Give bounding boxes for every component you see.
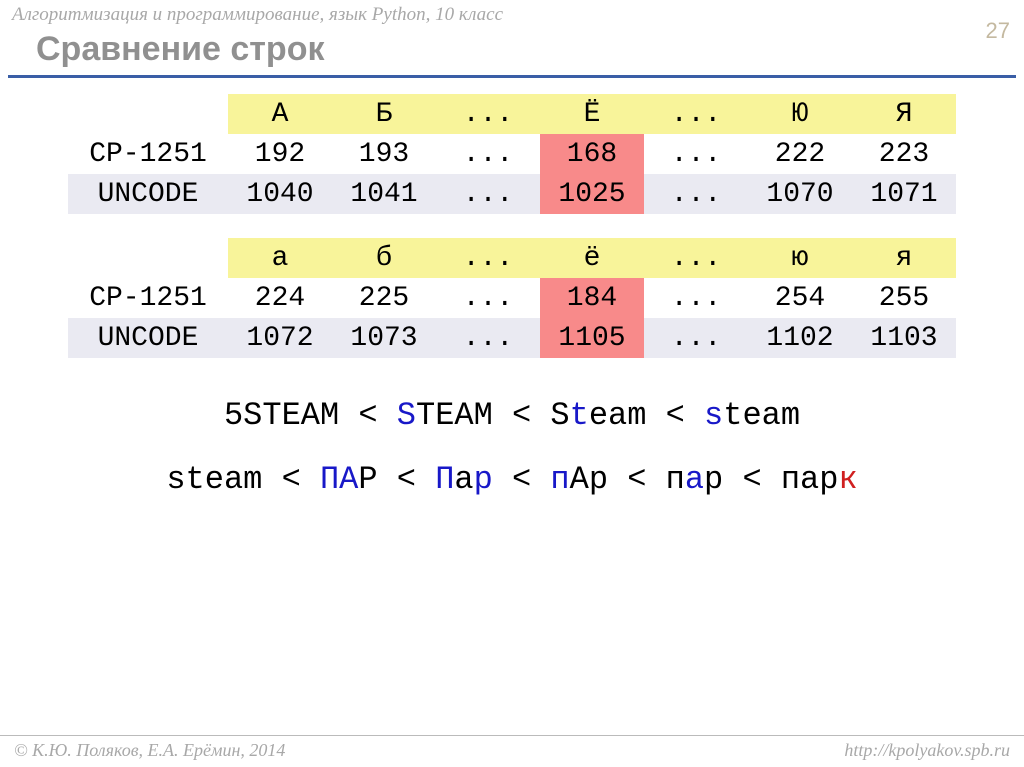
- example-fragment: team: [723, 397, 800, 434]
- example-fragment: к: [838, 461, 857, 498]
- content-area: АБ...Ё...ЮЯCP-1251192193...168...222223U…: [0, 78, 1024, 512]
- page-number: 27: [986, 18, 1010, 44]
- example-fragment: TEAM < S: [416, 397, 570, 434]
- table-cell: 1070: [748, 174, 852, 214]
- table-cell: 168: [540, 134, 644, 174]
- table-cell: 184: [540, 278, 644, 318]
- table-header-cell: Б: [332, 94, 436, 134]
- table-header-cell: Ё: [540, 94, 644, 134]
- table-cell: ...: [436, 134, 540, 174]
- table-cell: 225: [332, 278, 436, 318]
- table-header-cell: Я: [852, 94, 956, 134]
- code-table-upper: АБ...Ё...ЮЯCP-1251192193...168...222223U…: [68, 94, 956, 214]
- table-cell: 1040: [228, 174, 332, 214]
- copyright: © К.Ю. Поляков, Е.А. Ерёмин, 2014: [14, 740, 285, 761]
- table-cell: 1073: [332, 318, 436, 358]
- table-cell: ...: [436, 174, 540, 214]
- table-cell: ...: [644, 318, 748, 358]
- example-fragment: eam <: [589, 397, 704, 434]
- table-row-label: UNCODE: [68, 174, 228, 214]
- example-fragment: П: [435, 461, 454, 498]
- table-cell: 1103: [852, 318, 956, 358]
- slide-title: Сравнение строк: [0, 26, 1024, 75]
- example-fragment: ПА: [320, 461, 358, 498]
- table-cell: 224: [228, 278, 332, 318]
- table-row-label: UNCODE: [68, 318, 228, 358]
- example-fragment: t: [570, 397, 589, 434]
- table-cell: 1041: [332, 174, 436, 214]
- example-fragment: а: [685, 461, 704, 498]
- example-fragment: Ар < п: [570, 461, 685, 498]
- footer-url: http://kpolyakov.spb.ru: [844, 740, 1010, 761]
- example-fragment: <: [493, 461, 551, 498]
- example-fragment: р < пар: [704, 461, 838, 498]
- table-cell: 1025: [540, 174, 644, 214]
- table-cell: 193: [332, 134, 436, 174]
- table-row-label: CP-1251: [68, 278, 228, 318]
- table-header-cell: ...: [436, 94, 540, 134]
- table-header-cell: ...: [644, 238, 748, 278]
- table-cell: ...: [644, 134, 748, 174]
- table-cell: 255: [852, 278, 956, 318]
- table-header-cell: б: [332, 238, 436, 278]
- table-header-cell: Ю: [748, 94, 852, 134]
- table-cell: ...: [644, 278, 748, 318]
- table-cell: ...: [644, 174, 748, 214]
- table-cell: 222: [748, 134, 852, 174]
- comparison-examples: 5STEAM < STEAM < Steam < steam steam < П…: [0, 384, 1024, 512]
- example-fragment: р: [474, 461, 493, 498]
- table-cell: 1072: [228, 318, 332, 358]
- table-header-cell: А: [228, 94, 332, 134]
- table-header-cell: ...: [644, 94, 748, 134]
- example-fragment: s: [704, 397, 723, 434]
- footer: © К.Ю. Поляков, Е.А. Ерёмин, 2014 http:/…: [0, 735, 1024, 767]
- table-cell: ...: [436, 318, 540, 358]
- example-fragment: S: [397, 397, 416, 434]
- table-header-cell: ё: [540, 238, 644, 278]
- table-header-cell: а: [228, 238, 332, 278]
- table-header-cell: ...: [436, 238, 540, 278]
- table-corner: [68, 94, 228, 134]
- table-cell: 1105: [540, 318, 644, 358]
- example-fragment: steam <: [166, 461, 320, 498]
- example-fragment: п: [550, 461, 569, 498]
- code-table-lower: аб...ё...юяCP-1251224225...184...254255U…: [68, 238, 956, 358]
- table-cell: 1071: [852, 174, 956, 214]
- table-header-cell: ю: [748, 238, 852, 278]
- table-cell: 223: [852, 134, 956, 174]
- example-fragment: а: [454, 461, 473, 498]
- table-header-cell: я: [852, 238, 956, 278]
- course-header: Алгоритмизация и программирование, язык …: [0, 0, 1024, 26]
- example-fragment: 5STEAM <: [224, 397, 397, 434]
- table-cell: 254: [748, 278, 852, 318]
- example-fragment: Р <: [358, 461, 435, 498]
- table-corner: [68, 238, 228, 278]
- table-row-label: CP-1251: [68, 134, 228, 174]
- table-cell: 192: [228, 134, 332, 174]
- table-cell: ...: [436, 278, 540, 318]
- example-line-2: steam < ПАР < Пар < пАр < пар < парк: [0, 448, 1024, 512]
- example-line-1: 5STEAM < STEAM < Steam < steam: [0, 384, 1024, 448]
- table-cell: 1102: [748, 318, 852, 358]
